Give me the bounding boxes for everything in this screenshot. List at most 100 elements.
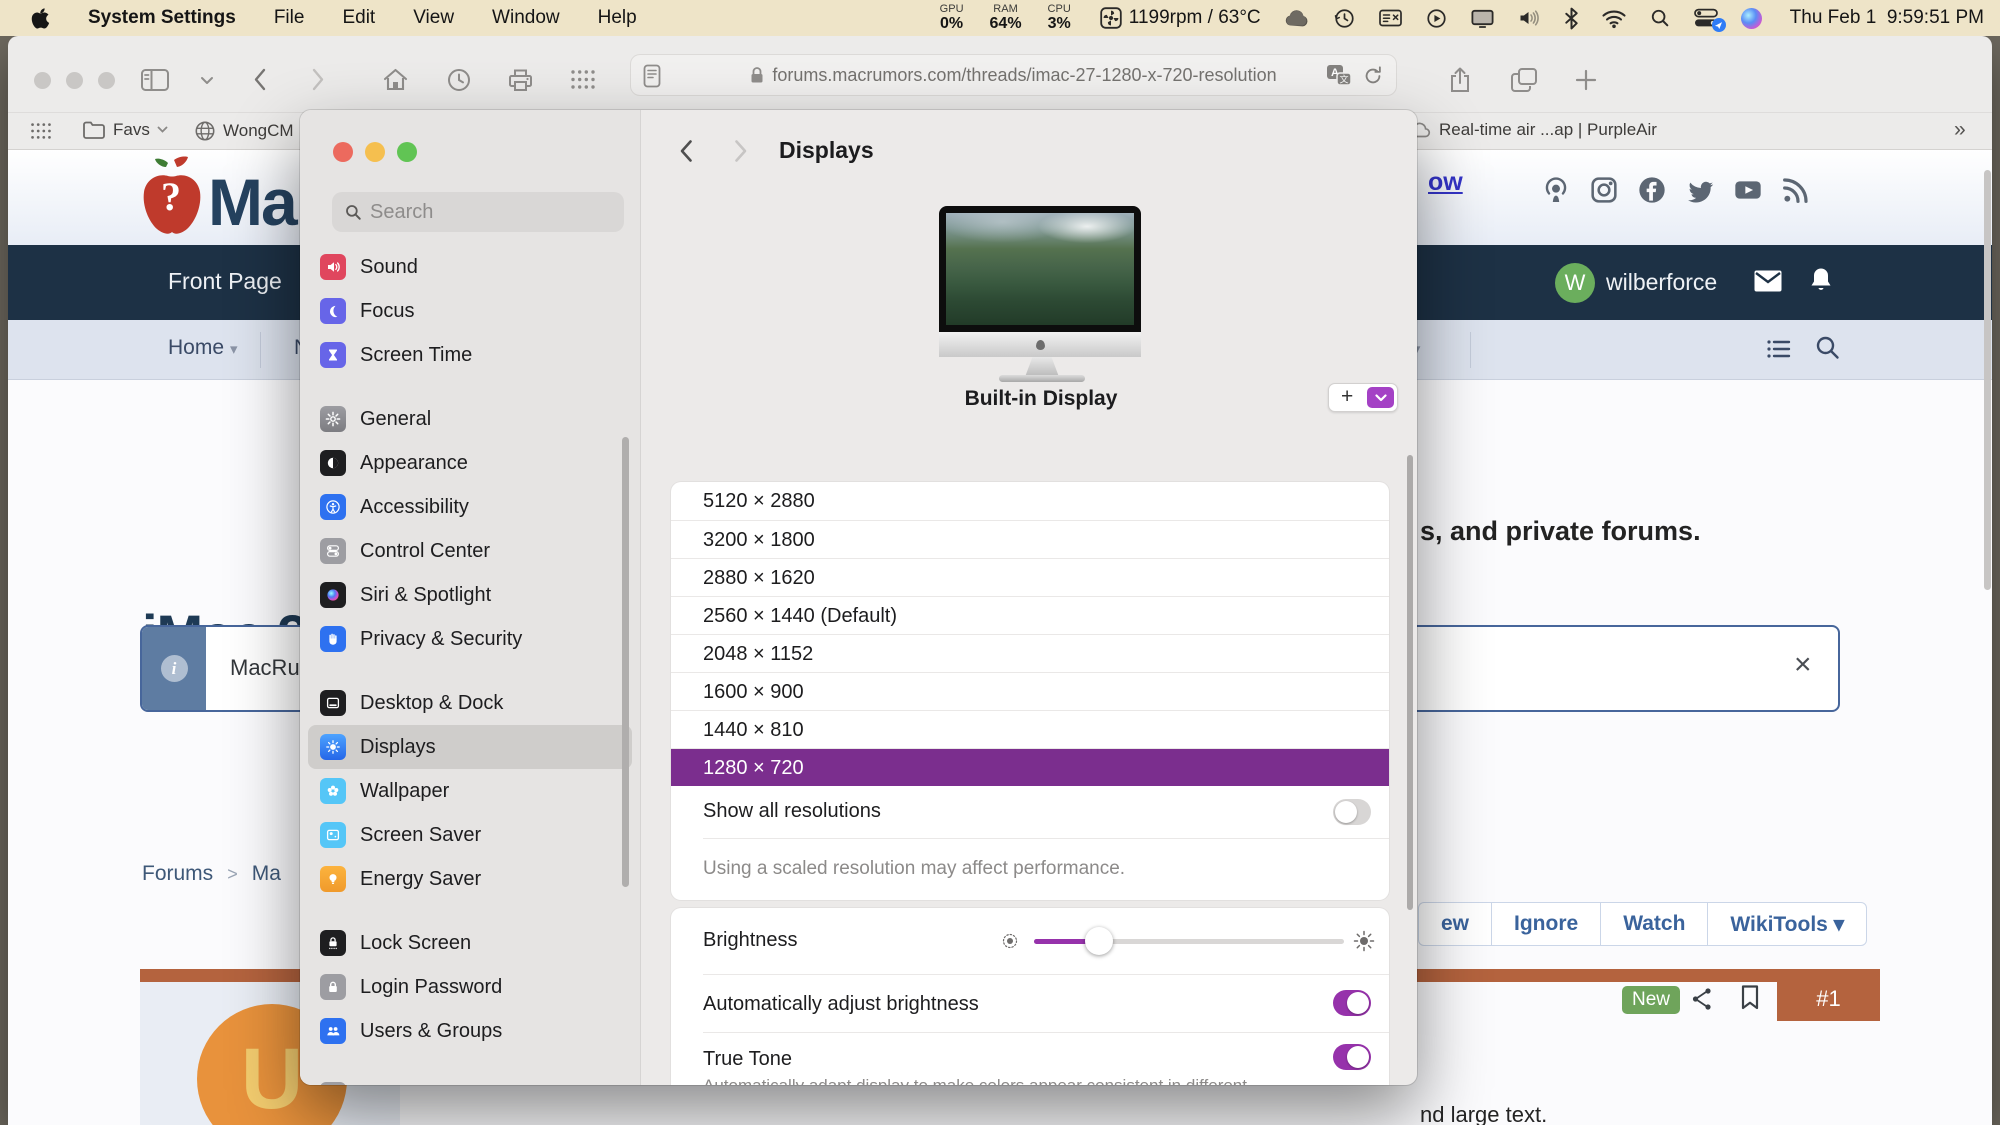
sidebar-item-screen-time[interactable]: Screen Time — [308, 333, 632, 377]
new-tab-button[interactable] — [1574, 68, 1598, 92]
bell-icon[interactable] — [1808, 266, 1834, 294]
front-page-link[interactable]: Front Page — [168, 268, 282, 295]
wifi-icon[interactable] — [1601, 8, 1627, 29]
back-button[interactable] — [252, 67, 267, 92]
menubar-clock[interactable]: Thu Feb 1 9:59:51 PM — [1790, 7, 1984, 29]
window-close-button[interactable] — [34, 72, 51, 89]
keyboard-viewer-icon[interactable] — [1378, 7, 1403, 29]
sidebar-item-desktop-dock[interactable]: Desktop & Dock — [308, 681, 632, 725]
menubar-menu-help[interactable]: Help — [598, 7, 637, 29]
thread-button-ew[interactable]: ew — [1419, 903, 1491, 945]
window-minimize-button[interactable] — [66, 72, 83, 89]
resolution-option-1280-720[interactable]: 1280 × 720 — [671, 748, 1389, 786]
macrumors-logo-text[interactable]: Ma — [208, 164, 296, 240]
sidebar-item-wallpaper[interactable]: Wallpaper — [308, 769, 632, 813]
resolution-option-1600-900[interactable]: 1600 × 900 — [671, 672, 1389, 710]
facebook-icon[interactable] — [1636, 174, 1668, 206]
print-button[interactable] — [507, 67, 534, 93]
settings-minimize-button[interactable] — [365, 142, 385, 162]
mail-icon[interactable] — [1753, 269, 1783, 293]
breadcrumb-partial[interactable]: Ma — [252, 862, 281, 886]
menubar-stat-ram[interactable]: RAM64% — [990, 4, 1022, 32]
user-avatar[interactable]: W — [1555, 263, 1595, 303]
settings-search-field[interactable]: Search — [332, 192, 624, 232]
post-share-icon[interactable] — [1690, 986, 1714, 1012]
page-scrollbar[interactable] — [1984, 170, 1991, 590]
resolution-option-2560-1440-default[interactable]: 2560 × 1440 (Default) — [671, 596, 1389, 634]
sidebar-item-appearance[interactable]: Appearance — [308, 441, 632, 485]
auto-brightness-toggle[interactable] — [1333, 990, 1371, 1016]
settings-back-button[interactable] — [679, 139, 693, 163]
forum-search-icon[interactable] — [1814, 334, 1841, 361]
menubar-stat-cpu[interactable]: CPU3% — [1048, 4, 1071, 32]
sidebar-item-lock-screen[interactable]: Lock Screen — [308, 921, 632, 965]
settings-close-button[interactable] — [333, 142, 353, 162]
username-link[interactable]: wilberforce — [1606, 269, 1717, 296]
fan-widget[interactable]: 1199rpm / 63°C — [1099, 6, 1261, 30]
sidebar-item-users-groups[interactable]: Users & Groups — [308, 1009, 632, 1053]
thread-button-wikitools[interactable]: WikiTools ▾ — [1707, 903, 1866, 945]
spotlight-icon[interactable] — [1649, 7, 1671, 29]
control-center-icon[interactable] — [1693, 7, 1719, 29]
cloud-status-icon[interactable] — [1283, 7, 1311, 29]
time-machine-icon[interactable] — [1333, 7, 1356, 30]
bookmark-purpleair[interactable]: Real-time air ...ap | PurpleAir — [1408, 120, 1657, 140]
thread-button-ignore[interactable]: Ignore — [1491, 903, 1600, 945]
translate-icon[interactable]: A文 — [1326, 64, 1352, 88]
address-bar[interactable]: forums.macrumors.com/threads/imac-27-128… — [630, 54, 1397, 96]
siri-icon[interactable] — [1741, 8, 1762, 29]
menubar-menu-edit[interactable]: Edit — [342, 7, 375, 29]
sidebar-item-screen-saver[interactable]: Screen Saver — [308, 813, 632, 857]
breadcrumb-forums[interactable]: Forums — [142, 862, 213, 886]
forward-button[interactable] — [311, 67, 326, 92]
sidebar-item-focus[interactable]: Focus — [308, 289, 632, 333]
sidebar-chevron-icon[interactable] — [200, 76, 214, 85]
sidebar-item-privacy-security[interactable]: Privacy & Security — [308, 617, 632, 661]
volume-icon[interactable] — [1517, 7, 1542, 29]
post-number[interactable]: #1 — [1777, 969, 1880, 1021]
post-bookmark-icon[interactable] — [1740, 984, 1760, 1011]
menubar-menu-view[interactable]: View — [413, 7, 454, 29]
sidebar-item-energy-saver[interactable]: Energy Saver — [308, 857, 632, 901]
sidebar-item-general[interactable]: General — [308, 397, 632, 441]
bookmarks-overflow-chevron[interactable]: » — [1954, 118, 1966, 142]
thread-button-watch[interactable]: Watch — [1600, 903, 1707, 945]
history-button[interactable] — [446, 67, 472, 93]
rss-icon[interactable] — [1780, 174, 1812, 206]
thread-list-icon[interactable] — [1766, 337, 1792, 361]
brightness-knob[interactable] — [1085, 927, 1113, 955]
display-mirroring-icon[interactable] — [1470, 7, 1495, 29]
instagram-icon[interactable] — [1588, 174, 1620, 206]
notice-close-icon[interactable]: × — [1794, 650, 1812, 680]
sidebar-item-accessibility[interactable]: Accessibility — [308, 485, 632, 529]
share-button[interactable] — [1448, 66, 1472, 94]
podcast-icon[interactable] — [1540, 174, 1572, 206]
reader-icon[interactable] — [643, 64, 661, 88]
reload-button[interactable] — [1362, 65, 1384, 87]
youtube-icon[interactable] — [1732, 174, 1764, 206]
brightness-track[interactable] — [1034, 939, 1344, 944]
now-link[interactable]: ow — [1428, 168, 1463, 197]
resolution-option-1440-810[interactable]: 1440 × 810 — [671, 710, 1389, 748]
twitter-icon[interactable] — [1684, 174, 1716, 206]
resolution-option-2880-1620[interactable]: 2880 × 1620 — [671, 558, 1389, 596]
bookmark-favs-folder[interactable]: Favs — [82, 120, 168, 140]
settings-zoom-button[interactable] — [397, 142, 417, 162]
pane-scrollbar[interactable] — [1407, 455, 1413, 910]
tab-overview-button[interactable] — [1510, 67, 1538, 93]
resolution-option-3200-1800[interactable]: 3200 × 1800 — [671, 520, 1389, 558]
menubar-stat-gpu[interactable]: GPU0% — [940, 4, 964, 32]
apple-menu-icon[interactable] — [30, 7, 50, 29]
nav-home[interactable]: Home▾ — [168, 336, 238, 360]
sidebar-item-control-center[interactable]: Control Center — [308, 529, 632, 573]
macrumors-logo-icon[interactable]: ? — [138, 154, 206, 240]
sidebar-item-partial[interactable] — [308, 1073, 632, 1085]
add-display-button[interactable]: + — [1341, 385, 1353, 409]
sidebar-scrollbar[interactable] — [622, 437, 629, 887]
window-zoom-button[interactable] — [98, 72, 115, 89]
true-tone-toggle[interactable] — [1333, 1044, 1371, 1070]
sidebar-item-login-password[interactable]: Login Password — [308, 965, 632, 1009]
sidebar-toggle-icon[interactable] — [140, 67, 170, 93]
menubar-menu-window[interactable]: Window — [492, 7, 560, 29]
extensions-grid-icon[interactable] — [570, 69, 596, 90]
